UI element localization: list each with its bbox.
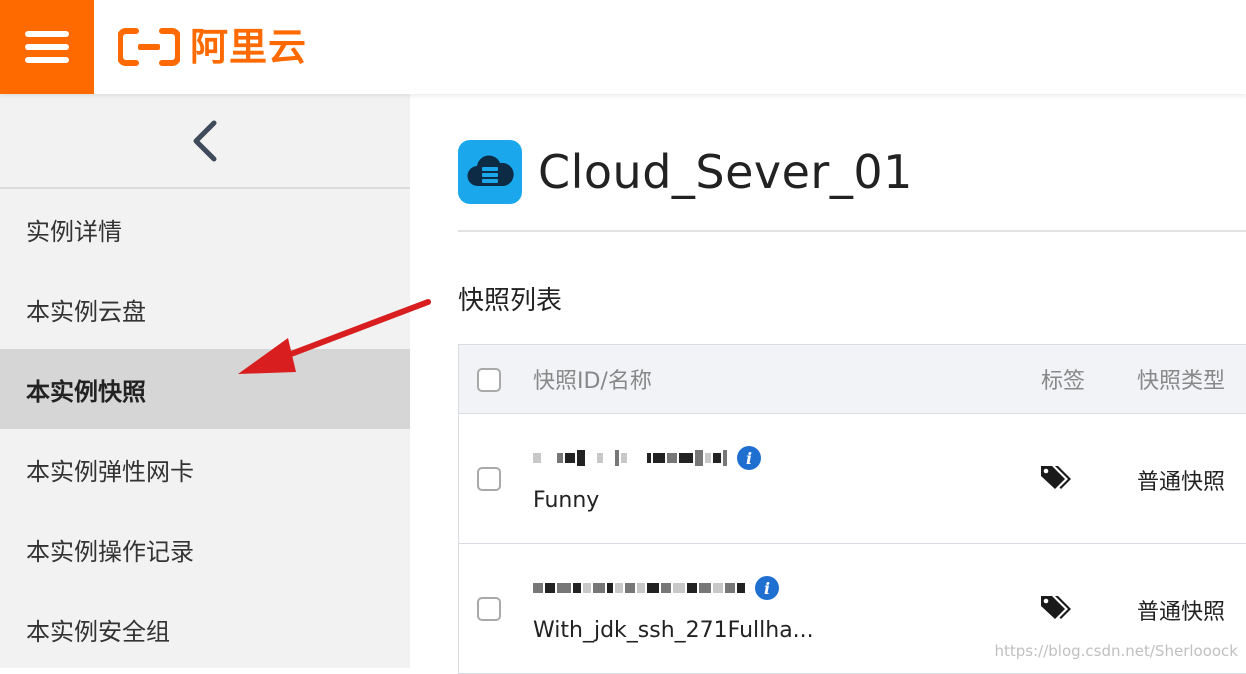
snapshot-id-redacted[interactable]: i (533, 446, 761, 470)
tags-icon[interactable] (1039, 464, 1071, 492)
sidebar-item-operation-logs[interactable]: 本实例操作记录 (0, 509, 410, 589)
info-icon[interactable]: i (737, 446, 761, 470)
sidebar-item-label: 本实例云盘 (26, 292, 146, 327)
hamburger-menu-button[interactable] (0, 0, 94, 94)
sidebar-item-elastic-nic[interactable]: 本实例弹性网卡 (0, 429, 410, 509)
section-title: 快照列表 (458, 280, 562, 317)
sidebar-item-instance-snapshots[interactable]: 本实例快照 (0, 349, 410, 429)
page-title: Cloud_Sever_01 (538, 145, 913, 199)
hamburger-menu-icon (25, 31, 69, 37)
snapshot-name: Funny (533, 488, 599, 513)
top-bar: 阿里云 (0, 0, 1246, 94)
aliyun-logo[interactable]: 阿里云 (118, 22, 307, 72)
select-all-checkbox[interactable] (477, 368, 501, 392)
chevron-left-icon (190, 119, 220, 163)
main-content: Cloud_Sever_01 快照列表 快照ID/名称 标签 快照类型 i Fu… (410, 94, 1246, 668)
divider (458, 230, 1246, 232)
row-checkbox[interactable] (477, 597, 501, 621)
cloud-server-icon (458, 140, 522, 204)
pixelated-text (533, 583, 745, 593)
sidebar-item-label: 本实例安全组 (26, 612, 170, 647)
sidebar-item-label: 本实例操作记录 (26, 532, 194, 567)
snapshot-type: 普通快照 (1137, 594, 1225, 626)
pixelated-text (533, 450, 727, 466)
sidebar-item-label: 本实例快照 (26, 372, 146, 407)
aliyun-logo-icon (118, 27, 180, 67)
sidebar-collapse-button[interactable] (0, 94, 410, 189)
row-checkbox[interactable] (477, 467, 501, 491)
info-icon[interactable]: i (755, 576, 779, 600)
sidebar-item-label: 实例详情 (26, 212, 122, 247)
sidebar-item-instance-details[interactable]: 实例详情 (0, 189, 410, 269)
column-header-tags[interactable]: 标签 (1041, 363, 1085, 395)
column-header-id-name[interactable]: 快照ID/名称 (533, 363, 652, 395)
sidebar: 实例详情 本实例云盘 本实例快照 本实例弹性网卡 本实例操作记录 本实例安全组 (0, 94, 410, 668)
column-header-type[interactable]: 快照类型 (1137, 363, 1225, 395)
table-row[interactable]: i Funny 普通快照 (459, 414, 1246, 544)
snapshot-name: With_jdk_ssh_271Fullha... (533, 618, 814, 643)
tags-icon[interactable] (1039, 594, 1071, 622)
snapshot-type: 普通快照 (1137, 464, 1225, 496)
snapshot-id-redacted[interactable]: i (533, 576, 779, 600)
watermark: https://blog.csdn.net/Sherlooock (994, 642, 1238, 660)
table-header: 快照ID/名称 标签 快照类型 (459, 344, 1246, 414)
sidebar-item-security-groups[interactable]: 本实例安全组 (0, 589, 410, 669)
page-header: Cloud_Sever_01 (458, 140, 913, 204)
snapshot-table: 快照ID/名称 标签 快照类型 i Funny 普通快照 (458, 344, 1246, 674)
sidebar-item-instance-disks[interactable]: 本实例云盘 (0, 269, 410, 349)
brand-name: 阿里云 (190, 28, 307, 66)
sidebar-item-label: 本实例弹性网卡 (26, 452, 194, 487)
